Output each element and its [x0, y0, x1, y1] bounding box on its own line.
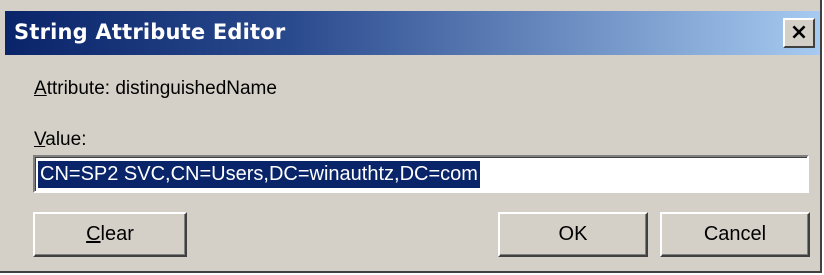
attribute-label: Attribute: distinguishedName	[34, 78, 277, 100]
value-selected-text: CN=SP2 SVC,CN=Users,DC=winauthtz,DC=com	[38, 161, 480, 188]
string-attribute-editor-dialog: String Attribute Editor × Attribute: dis…	[0, 0, 822, 273]
close-icon: ×	[789, 20, 809, 45]
close-button[interactable]: ×	[783, 18, 815, 48]
attribute-label-mnemonic: A	[34, 78, 47, 99]
value-input[interactable]: CN=SP2 SVC,CN=Users,DC=winauthtz,DC=com	[33, 155, 809, 193]
ok-button-label: OK	[558, 223, 588, 245]
clear-button-label: lear	[100, 223, 134, 245]
value-label: Value:	[34, 129, 86, 151]
clear-button[interactable]: Clear	[33, 212, 187, 257]
clear-button-mnemonic: C	[86, 223, 101, 245]
ok-button[interactable]: OK	[498, 212, 648, 257]
attribute-label-rest: ttribute:	[46, 78, 111, 99]
attribute-name: distinguishedName	[115, 78, 277, 99]
value-label-rest: alue:	[45, 129, 87, 150]
cancel-button[interactable]: Cancel	[660, 212, 810, 257]
title-bar[interactable]: String Attribute Editor ×	[5, 11, 820, 55]
cancel-button-label: Cancel	[703, 223, 767, 245]
value-label-mnemonic: V	[34, 129, 46, 150]
dialog-title: String Attribute Editor	[14, 20, 286, 44]
